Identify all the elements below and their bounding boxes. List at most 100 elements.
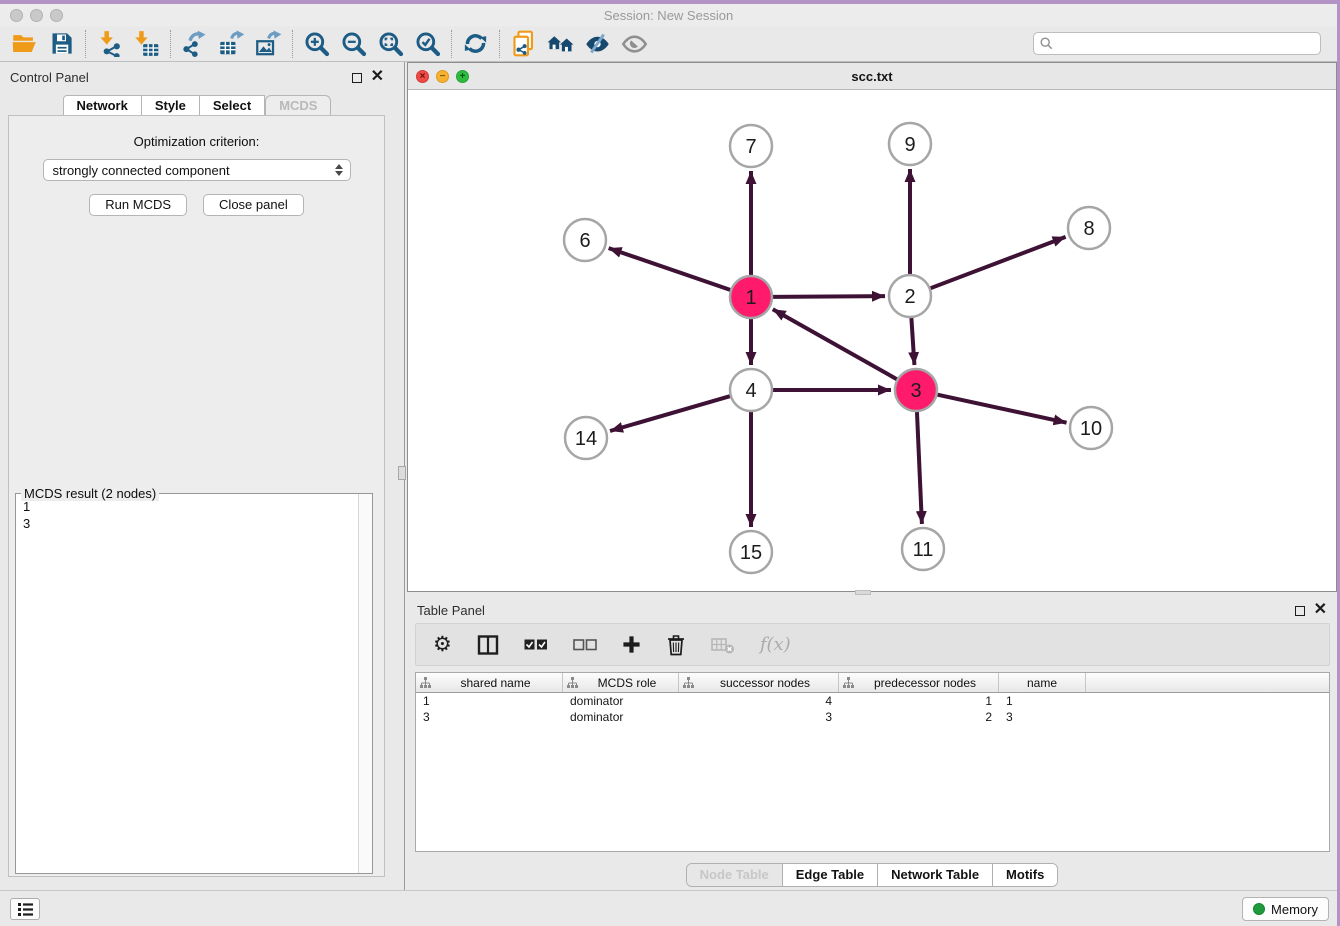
table-row[interactable]: 3dominator323 xyxy=(416,709,1329,725)
table-settings-button[interactable]: ⚙ xyxy=(433,632,452,658)
copy-network-button[interactable] xyxy=(505,28,542,60)
column-header-name[interactable]: name xyxy=(999,673,1086,692)
export-network-icon xyxy=(181,30,208,57)
toolbar-separator xyxy=(292,30,293,58)
close-panel-icon[interactable]: ✕ xyxy=(1314,604,1327,616)
edge-1-6[interactable] xyxy=(609,248,731,290)
network-close-button[interactable]: × xyxy=(416,70,429,83)
tab-style[interactable]: Style xyxy=(142,95,200,117)
edge-2-3[interactable] xyxy=(911,318,914,365)
tab-node-table[interactable]: Node Table xyxy=(687,864,782,886)
export-network-button[interactable] xyxy=(176,28,213,60)
float-panel-icon[interactable] xyxy=(352,73,362,83)
control-panel-tabs: NetworkStyleSelectMCDS xyxy=(0,95,394,117)
table-cell: 1 xyxy=(839,694,999,708)
network-window-titlebar: × − + scc.txt xyxy=(408,63,1336,90)
save-session-button[interactable] xyxy=(43,28,80,60)
tab-network-table[interactable]: Network Table xyxy=(877,864,992,886)
column-header-successor-nodes[interactable]: successor nodes xyxy=(679,673,839,692)
optimization-criterion-select[interactable]: strongly connected component xyxy=(43,159,351,181)
vertical-splitter-handle[interactable] xyxy=(398,466,406,480)
minimize-window-button[interactable] xyxy=(30,9,43,22)
toolbar-separator xyxy=(451,30,452,58)
open-file-button[interactable] xyxy=(6,28,43,60)
node-table[interactable]: shared nameMCDS rolesuccessor nodesprede… xyxy=(415,672,1330,852)
network-window-title: scc.txt xyxy=(408,63,1336,90)
network-maximize-button[interactable]: + xyxy=(456,70,469,83)
add-column-button[interactable] xyxy=(622,632,641,658)
refresh-icon xyxy=(462,30,489,57)
tab-select[interactable]: Select xyxy=(200,95,265,117)
edge-3-10[interactable] xyxy=(937,395,1066,423)
function-builder-button[interactable]: f(x) xyxy=(760,632,791,658)
home-view-button[interactable] xyxy=(542,28,579,60)
delete-column-button[interactable] xyxy=(711,632,735,658)
edge-2-8[interactable] xyxy=(931,237,1066,288)
tree-icon xyxy=(420,677,431,688)
float-panel-icon[interactable] xyxy=(1295,606,1305,616)
import-table-button[interactable] xyxy=(128,28,165,60)
import-network-button[interactable] xyxy=(91,28,128,60)
tab-network[interactable]: Network xyxy=(63,95,142,117)
run-mcds-button[interactable]: Run MCDS xyxy=(89,194,187,216)
show-all-button[interactable] xyxy=(616,28,653,60)
column-header-MCDS-role[interactable]: MCDS role xyxy=(563,673,679,692)
tab-mcds[interactable]: MCDS xyxy=(265,95,331,117)
result-scrollbar[interactable] xyxy=(358,494,372,873)
deselect-all-button[interactable] xyxy=(573,632,597,658)
edge-3-11[interactable] xyxy=(917,412,922,524)
tab-edge-table[interactable]: Edge Table xyxy=(782,864,877,886)
checked-boxes-icon xyxy=(524,638,548,651)
column-header-predecessor-nodes[interactable]: predecessor nodes xyxy=(839,673,999,692)
task-history-button[interactable] xyxy=(10,898,40,920)
edge-3-1[interactable] xyxy=(773,309,897,379)
zoom-out-button[interactable] xyxy=(335,28,372,60)
eye-slash-icon xyxy=(584,30,611,57)
network-minimize-button[interactable]: − xyxy=(436,70,449,83)
mcds-result-box: MCDS result (2 nodes) 13 xyxy=(15,493,373,874)
table-tabs-bar: Node TableEdge TableNetwork TableMotifs xyxy=(407,863,1337,887)
network-canvas[interactable]: 7968124314101511 xyxy=(408,90,1336,591)
zoom-in-icon xyxy=(303,30,330,57)
table-row[interactable]: 1dominator411 xyxy=(416,693,1329,709)
hide-selected-button[interactable] xyxy=(579,28,616,60)
control-panel-title: Control Panel xyxy=(10,70,89,85)
zoom-in-button[interactable] xyxy=(298,28,335,60)
column-visibility-button[interactable] xyxy=(477,632,499,658)
column-header-shared-name[interactable]: shared name xyxy=(416,673,563,692)
node-label: 1 xyxy=(745,287,756,309)
memory-button[interactable]: Memory xyxy=(1242,897,1329,921)
zoom-fit-icon xyxy=(377,30,404,57)
optimization-label: Optimization criterion: xyxy=(9,134,384,149)
app-window: Session: New Session xyxy=(0,4,1337,926)
network-graph[interactable]: 7968124314101511 xyxy=(408,90,1336,591)
delete-table-icon xyxy=(711,636,735,654)
maximize-window-button[interactable] xyxy=(50,9,63,22)
memory-label: Memory xyxy=(1271,902,1318,917)
plus-icon xyxy=(622,635,641,654)
tab-motifs[interactable]: Motifs xyxy=(992,864,1057,886)
zoom-fit-button[interactable] xyxy=(372,28,409,60)
search-input[interactable] xyxy=(1057,35,1314,52)
table-cell: 3 xyxy=(999,710,1086,724)
select-all-button[interactable] xyxy=(524,632,548,658)
control-panel: Control Panel ✕ NetworkStyleSelectMCDS O… xyxy=(0,62,394,890)
close-panel-icon[interactable]: ✕ xyxy=(371,71,384,83)
close-panel-button[interactable]: Close panel xyxy=(203,194,304,216)
edge-4-14[interactable] xyxy=(610,396,730,431)
search-box[interactable] xyxy=(1033,32,1321,55)
mcds-result-list[interactable]: 13 xyxy=(16,494,358,873)
search-icon xyxy=(1040,37,1053,50)
node-label: 15 xyxy=(740,542,762,564)
trash-icon xyxy=(666,634,686,656)
zoom-out-icon xyxy=(340,30,367,57)
mcds-panel: Optimization criterion: strongly connect… xyxy=(8,115,385,877)
edge-1-2[interactable] xyxy=(773,296,885,297)
apply-layout-button[interactable] xyxy=(457,28,494,60)
close-window-button[interactable] xyxy=(10,9,23,22)
delete-row-button[interactable] xyxy=(666,632,686,658)
export-image-button[interactable] xyxy=(250,28,287,60)
export-table-button[interactable] xyxy=(213,28,250,60)
toolbar-separator xyxy=(85,30,86,58)
zoom-selected-button[interactable] xyxy=(409,28,446,60)
